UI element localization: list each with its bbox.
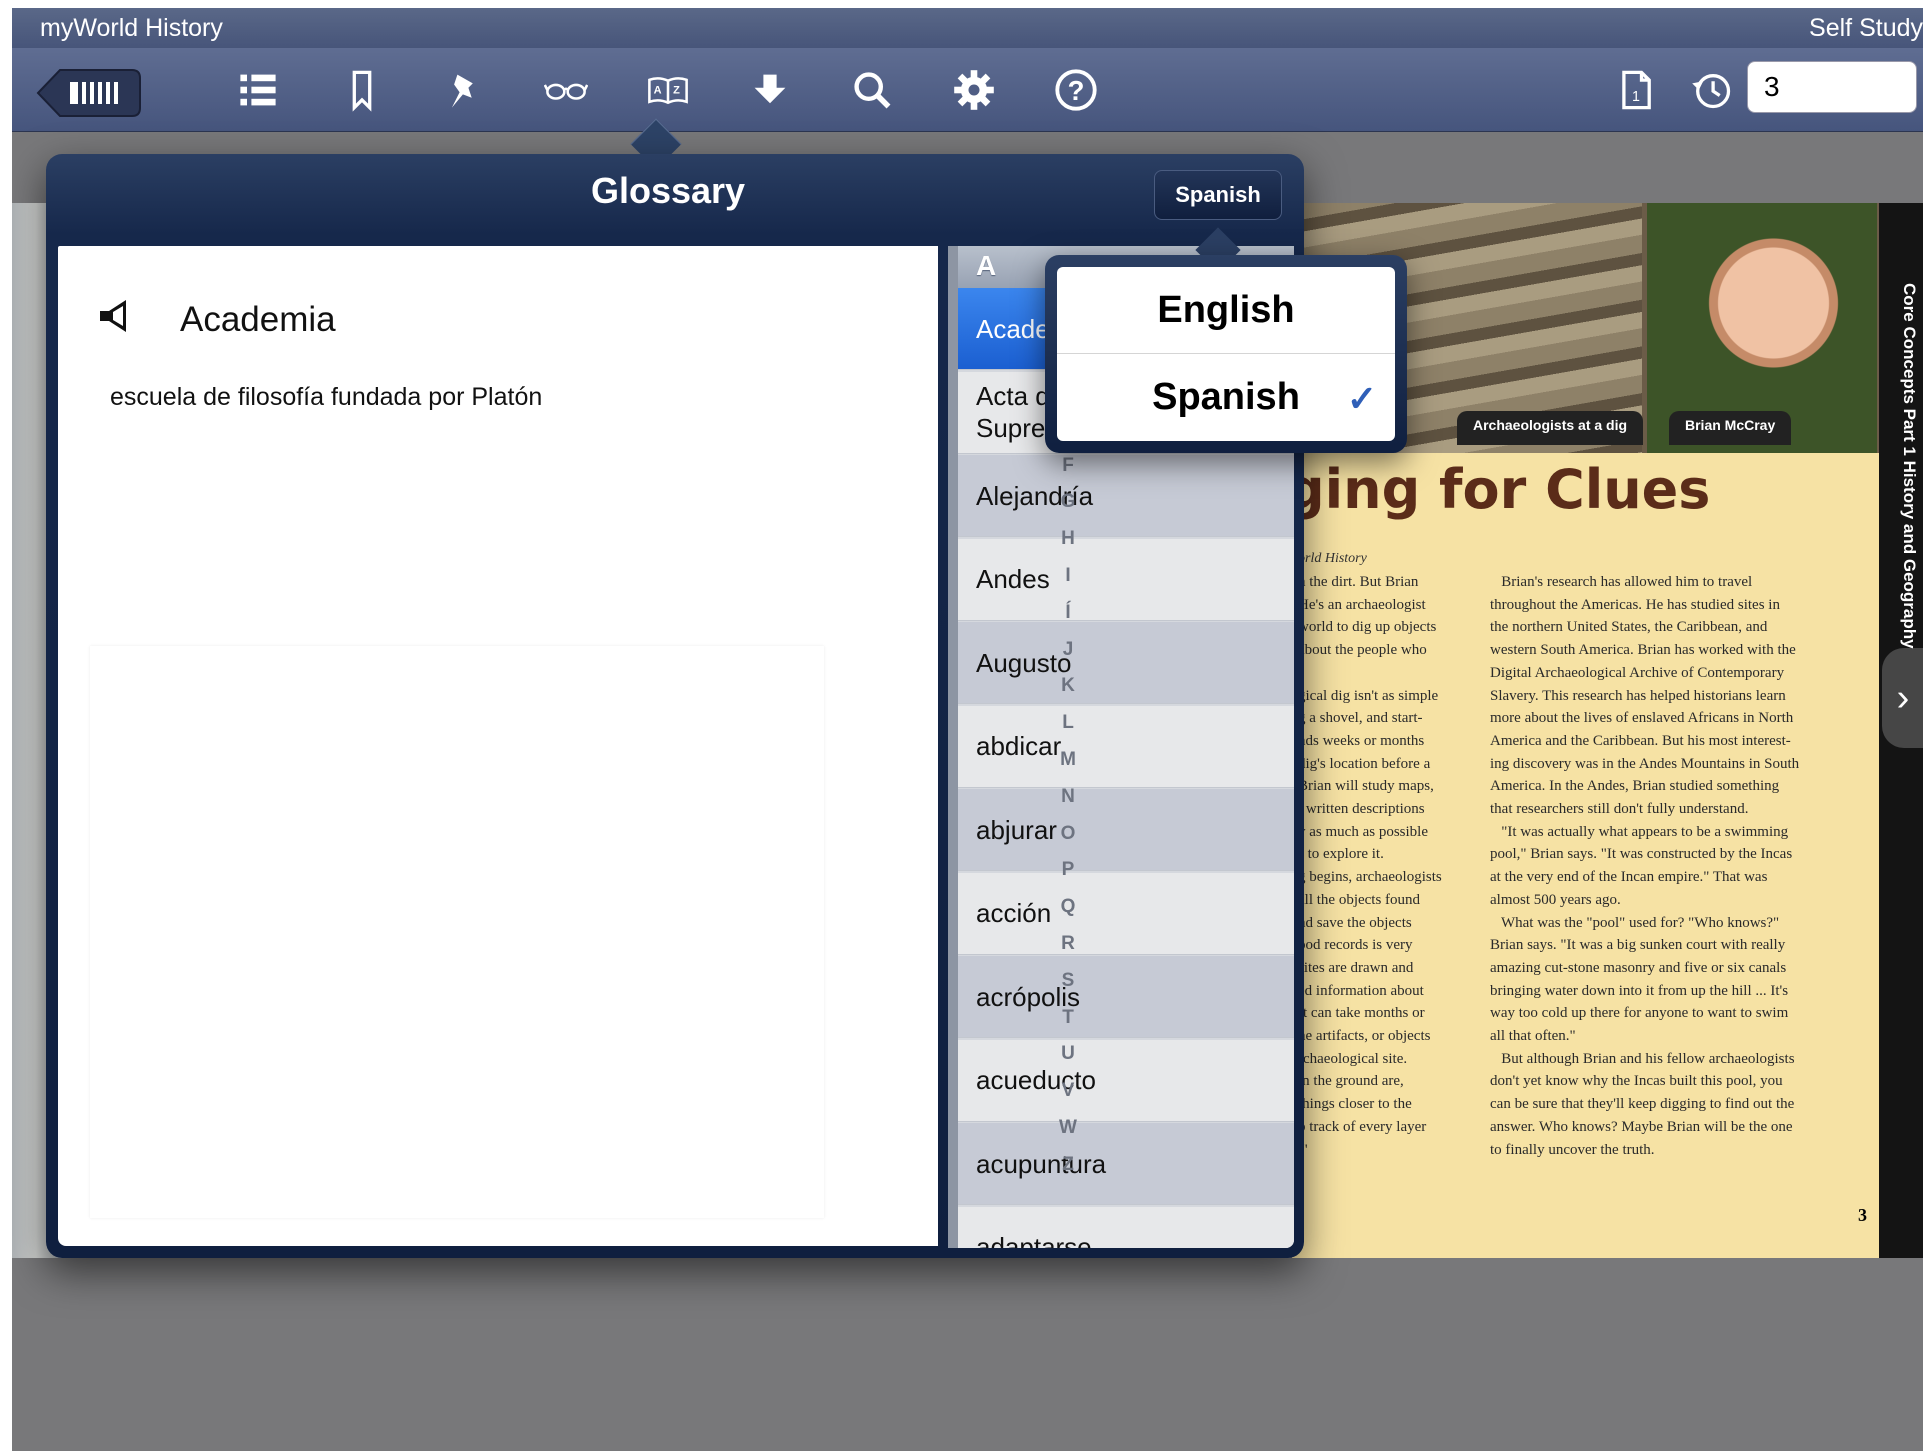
toolbar: AZ ? 1 [12, 48, 1923, 132]
article-column: Brian's research has allowed him to trav… [1490, 574, 1800, 1158]
glossary-book-icon[interactable]: AZ [644, 66, 692, 114]
index-letter[interactable]: F [1053, 455, 1083, 477]
index-letter[interactable]: L [1053, 712, 1083, 734]
term-row[interactable]: Andes [958, 538, 1294, 621]
page-icon[interactable]: 1 [1612, 66, 1660, 114]
language-option-english[interactable]: English [1057, 267, 1395, 354]
term-title: Academia [180, 300, 336, 339]
speaker-icon[interactable] [96, 296, 136, 336]
page-kicker: orld History [1298, 551, 1367, 566]
page-number: 3 [1858, 1205, 1867, 1225]
index-letter[interactable]: M [1053, 749, 1083, 771]
app-title: myWorld History [40, 14, 223, 42]
index-letter[interactable]: V [1053, 1080, 1083, 1102]
term-definition: escuela de filosofía fundada por Platón [110, 383, 543, 411]
language-option-spanish[interactable]: Spanish ✓ [1057, 354, 1395, 441]
index-letter[interactable]: W [1053, 1117, 1083, 1139]
index-letter[interactable]: S [1053, 970, 1083, 992]
language-menu: English Spanish ✓ [1045, 255, 1407, 453]
title-bar: myWorld History Self Study [12, 8, 1923, 48]
checkmark-icon: ✓ [1346, 378, 1377, 419]
settings-gear-icon[interactable] [950, 66, 998, 114]
language-options: English Spanish ✓ [1057, 267, 1395, 441]
screen: myWorld History Self Study AZ ? 1 3 Arch… [12, 8, 1923, 1451]
language-option-label: Spanish [1152, 376, 1300, 418]
term-row[interactable]: acueducto [958, 1039, 1294, 1122]
photo-caption: Brian McCray [1669, 411, 1792, 445]
term-row[interactable]: Augusto [958, 622, 1294, 704]
language-button[interactable]: Spanish [1154, 170, 1282, 220]
index-letter[interactable]: O [1053, 823, 1083, 845]
svg-text:A: A [654, 84, 662, 96]
reading-glasses-icon[interactable] [542, 66, 590, 114]
index-letter[interactable]: R [1053, 933, 1083, 955]
term-row[interactable]: acción [958, 872, 1294, 955]
download-icon[interactable] [746, 66, 794, 114]
index-letter[interactable]: K [1053, 675, 1083, 697]
definition-panel: Academia escuela de filosofía fundada po… [58, 246, 938, 1246]
term-label: Acade [976, 313, 1050, 344]
media-area [90, 646, 824, 1218]
chevron-right-icon: › [1896, 676, 1910, 719]
index-letter[interactable]: G [1053, 491, 1083, 513]
term-label: acupuntura [976, 1148, 1107, 1179]
pushpin-icon[interactable] [440, 66, 488, 114]
term-row[interactable]: acrópolis [958, 956, 1294, 1038]
article-column: n the dirt. But Brian He's an archaeolog… [1298, 574, 1442, 1158]
term-label: abdicar [976, 731, 1062, 761]
library-button[interactable] [34, 68, 142, 118]
index-letter[interactable]: N [1053, 786, 1083, 808]
index-letter[interactable]: Q [1053, 896, 1083, 918]
history-clock-icon[interactable] [1688, 66, 1736, 114]
term-row[interactable]: Alejandría [958, 455, 1294, 537]
library-icon [36, 69, 141, 117]
chapter-side-label: Core Concepts Part 1 History and Geograp… [1900, 283, 1919, 649]
svg-text:1: 1 [1632, 89, 1640, 105]
mode-label: Self Study [1809, 14, 1923, 42]
term-row[interactable]: acupuntura [958, 1123, 1294, 1205]
term-row[interactable]: adaptarse [958, 1206, 1294, 1248]
index-letter[interactable]: I [1053, 565, 1083, 587]
glossary-title: Glossary [590, 170, 746, 211]
index-letter[interactable]: Z [1053, 1154, 1083, 1176]
index-letter[interactable]: P [1053, 859, 1083, 881]
index-letter[interactable]: J [1053, 639, 1083, 661]
index-letter[interactable]: U [1053, 1043, 1083, 1065]
term-label: acción [976, 898, 1052, 928]
term-row[interactable]: abjurar [958, 789, 1294, 871]
term-label: abjurar [976, 814, 1057, 845]
page-heading: ging for Clues [1292, 458, 1711, 521]
term-row[interactable]: abdicar [958, 705, 1294, 788]
search-icon[interactable] [848, 66, 896, 114]
page-number-input[interactable] [1747, 61, 1917, 113]
term-label: adaptarse [976, 1232, 1092, 1248]
index-letter[interactable]: H [1053, 528, 1083, 550]
index-letter[interactable]: T [1053, 1007, 1083, 1029]
term-label: Andes [976, 564, 1050, 594]
svg-text:Z: Z [673, 84, 680, 96]
index-letter[interactable]: Í [1053, 602, 1083, 624]
help-icon[interactable]: ? [1052, 66, 1100, 114]
photo-caption: Archaeologists at a dig [1457, 411, 1644, 445]
bookmark-icon[interactable] [338, 66, 386, 114]
next-page-arrow[interactable]: › [1882, 648, 1923, 748]
svg-text:?: ? [1068, 75, 1085, 106]
table-of-contents-icon[interactable] [234, 66, 282, 114]
